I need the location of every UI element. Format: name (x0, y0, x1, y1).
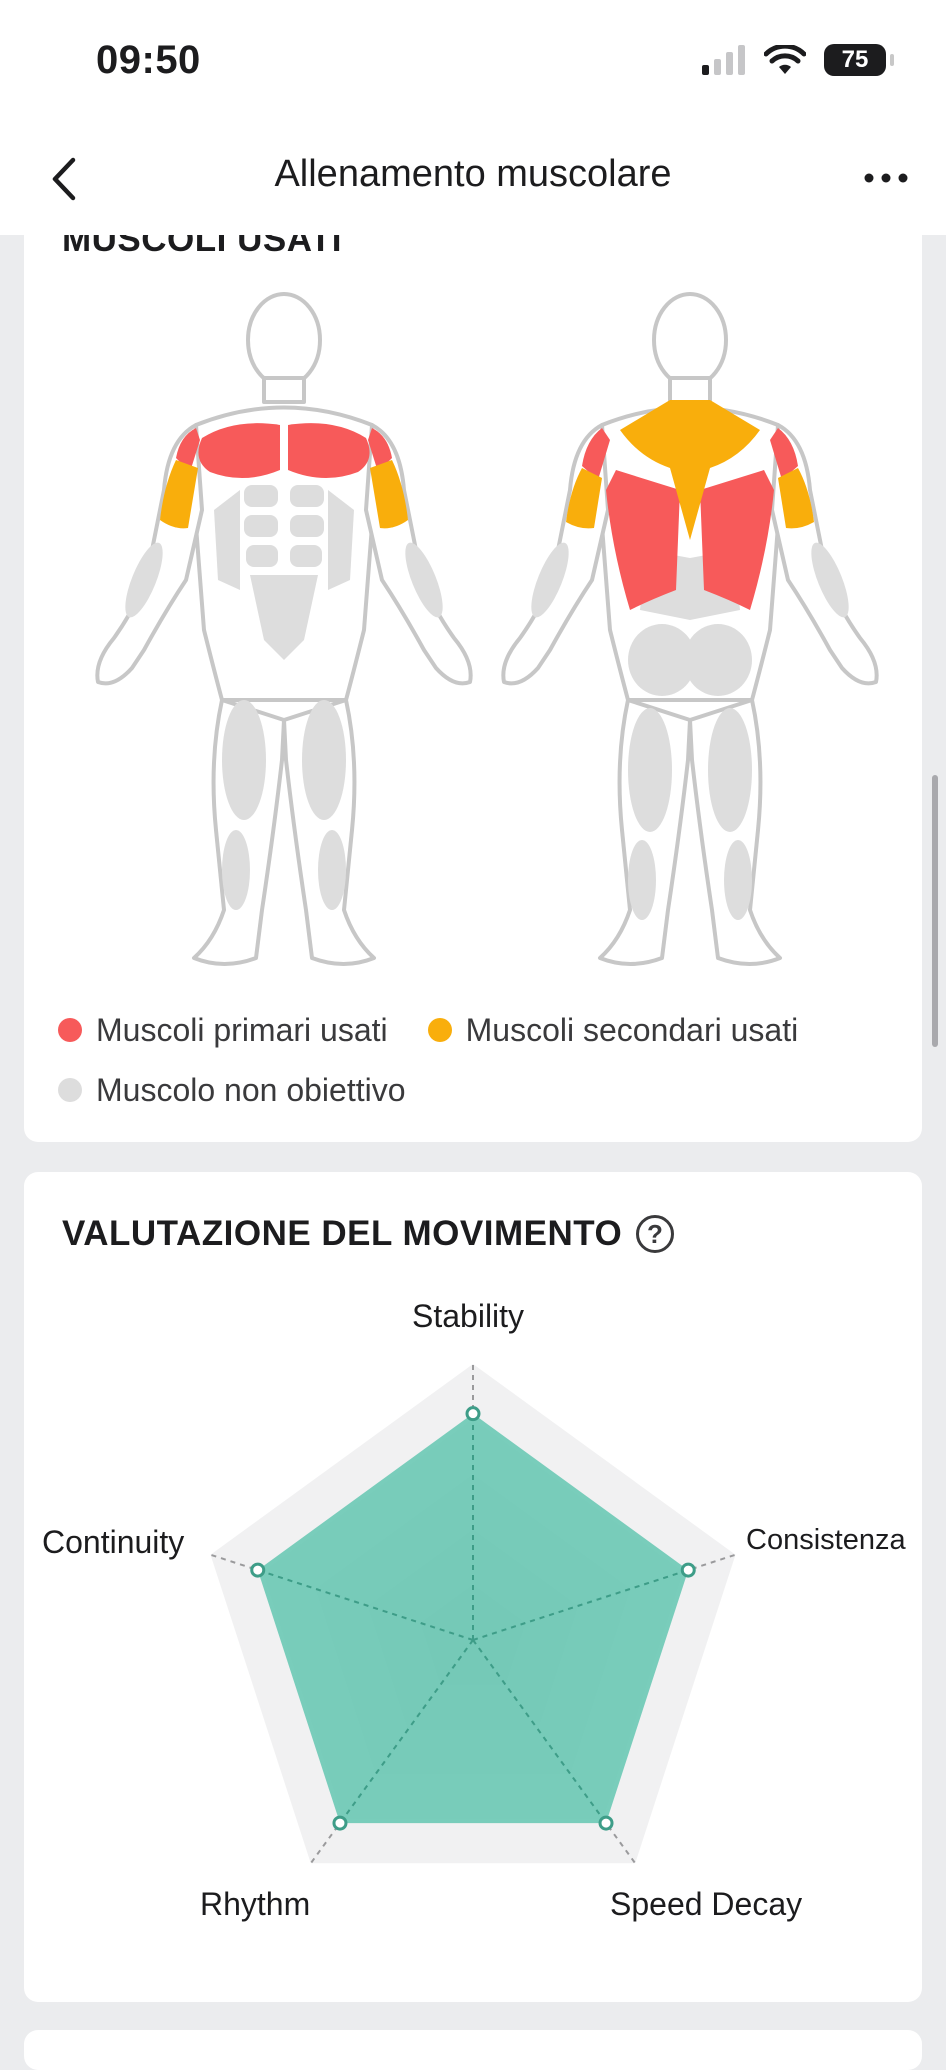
page-title: Allenamento muscolare (274, 153, 672, 195)
next-card (24, 2030, 922, 2070)
scrollbar[interactable] (932, 775, 938, 1047)
navigation-bar: Allenamento muscolare (0, 125, 946, 235)
muscle-legend: Muscoli primari usati Muscoli secondari … (58, 1000, 918, 1120)
legend-secondary: Muscoli secondari usati (427, 1011, 799, 1049)
legend-non-target-label: Muscolo non obiettivo (96, 1071, 406, 1108)
status-icons: 75 (702, 44, 894, 76)
wifi-icon (764, 45, 806, 74)
axis-label-continuity: Continuity (42, 1524, 185, 1560)
signal-icon (702, 45, 745, 75)
status-time: 09:50 (96, 38, 201, 82)
muscles-used-card: MUSCOLI USATI Muscoli primari usati Musc… (24, 150, 922, 1142)
movement-evaluation-card: VALUTAZIONE DEL MOVIMENTO ? Stability Co… (24, 1172, 922, 2002)
axis-label-stability: Stability (412, 1298, 525, 1334)
radar-data-point (680, 1562, 696, 1578)
battery-level: 75 (841, 46, 869, 73)
legend-secondary-label: Muscoli secondari usati (465, 1011, 799, 1048)
more-options-button[interactable] (856, 153, 916, 203)
axis-label-consistenza: Consistenza (746, 1524, 906, 1556)
non-target-dot (58, 1078, 82, 1102)
radar-data-point (250, 1562, 266, 1578)
radar-data-point (598, 1815, 614, 1831)
more-horizontal-icon (864, 173, 908, 183)
legend-primary-label: Muscoli primari usati (96, 1011, 388, 1048)
radar-chart (210, 1364, 736, 1864)
legend-non-target: Muscolo non obiettivo (58, 1072, 406, 1109)
front-body-figure (95, 292, 473, 966)
secondary-dot (427, 1018, 452, 1042)
axis-label-speed-decay: Speed Decay (610, 1886, 803, 1922)
radar-data-point (465, 1406, 481, 1422)
legend-primary: Muscoli primari usati (58, 1012, 388, 1049)
legend-row: Muscoli primari usati Muscoli secondari … (58, 1000, 918, 1060)
status-bar: 09:50 75 (0, 0, 946, 125)
battery-icon: 75 (824, 44, 894, 76)
radar-data-point (332, 1815, 348, 1831)
axis-label-rhythm: Rhythm (200, 1886, 311, 1922)
legend-row: Muscolo non obiettivo (58, 1060, 918, 1120)
back-body-figure (501, 292, 879, 966)
primary-dot (58, 1018, 82, 1042)
